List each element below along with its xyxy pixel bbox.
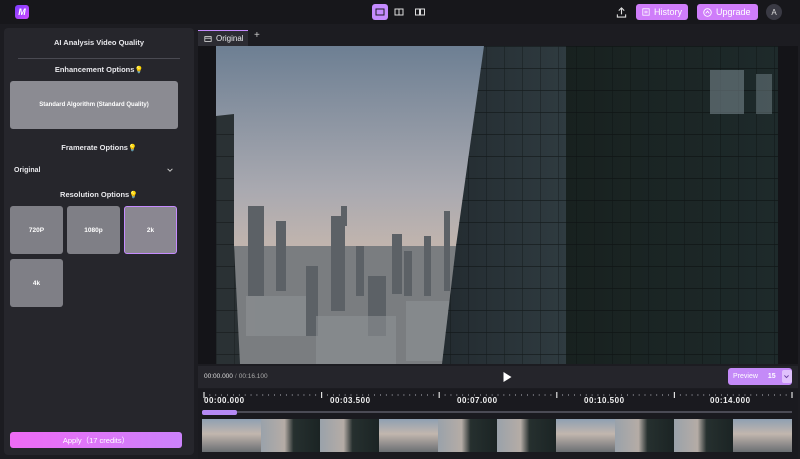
filmstrip-frame [615, 419, 674, 452]
lightbulb-icon[interactable]: 💡 [134, 67, 143, 74]
resolution-1080p-button[interactable]: 1080p [67, 206, 120, 254]
ruler-label: 00:03.500 [330, 396, 371, 405]
history-label: History [653, 7, 682, 17]
enhancement-options-heading: Enhancement Options💡 [4, 65, 194, 74]
filmstrip-frame [438, 419, 497, 452]
ruler-label: 00:00.000 [204, 396, 245, 405]
filmstrip-frame [202, 419, 261, 452]
framerate-options-heading: Framerate Options💡 [4, 143, 194, 152]
timeline: 00:00.000 00:03.500 00:07.000 00:10.500 … [198, 389, 798, 459]
split-view-button[interactable] [391, 4, 407, 20]
export-button[interactable] [614, 5, 628, 19]
resolution-options-heading: Resolution Options💡 [4, 190, 194, 199]
playhead-progress[interactable] [202, 410, 237, 415]
tab-label: Original [216, 34, 244, 43]
window-icon [204, 35, 212, 42]
framerate-value: Original [14, 166, 41, 174]
ruler-label: 00:10.500 [584, 396, 625, 405]
add-tab-button[interactable]: + [254, 30, 260, 41]
app-logo: M [15, 5, 29, 19]
framerate-options-label: Framerate Options [61, 143, 128, 152]
chevron-down-icon [167, 168, 173, 172]
video-preview-area [198, 46, 798, 364]
resolution-label: 1080p [84, 226, 103, 234]
total-time: 00:16.100 [238, 373, 268, 380]
upgrade-button[interactable]: Upgrade [697, 4, 758, 20]
framerate-select[interactable]: Original [14, 163, 174, 177]
filmstrip-frame [261, 419, 320, 452]
ruler-label: 00:14.000 [710, 396, 751, 405]
tab-original[interactable]: Original [198, 30, 248, 46]
resolution-label: 2k [146, 226, 155, 234]
filmstrip[interactable] [202, 419, 792, 452]
timeline-ruler[interactable] [202, 392, 794, 410]
enhancement-options-label: Enhancement Options [54, 65, 135, 74]
window-reflection [710, 70, 744, 114]
history-icon [642, 8, 650, 16]
play-icon [503, 372, 512, 382]
preview-label: Preview [733, 373, 758, 380]
lightbulb-icon[interactable]: 💡 [129, 192, 138, 199]
lightbulb-icon[interactable]: 💡 [128, 145, 137, 152]
avatar-initial: A [771, 7, 777, 17]
time-separator: / [234, 373, 237, 380]
current-time: 00:00.000 [204, 373, 233, 380]
user-avatar[interactable]: A [766, 4, 782, 20]
add-tab-icon: + [254, 30, 260, 41]
upgrade-icon [703, 7, 712, 17]
panel-divider [18, 58, 180, 59]
apply-label: Apply（17 credits） [62, 435, 130, 445]
history-button[interactable]: History [636, 4, 688, 20]
ruler-label: 00:07.000 [457, 396, 498, 405]
standard-algorithm-option[interactable]: Standard Algorithm (Standard Quality) [10, 81, 178, 129]
settings-panel: AI Analysis Video Quality Enhancement Op… [4, 28, 194, 455]
filmstrip-frame [733, 419, 792, 452]
timeline-track[interactable] [202, 411, 792, 413]
filmstrip-frame [379, 419, 438, 452]
preview-fps-select[interactable]: Preview 15 [728, 368, 792, 385]
split-view-icon [394, 8, 404, 16]
single-view-button[interactable] [372, 4, 388, 20]
single-view-icon [375, 8, 385, 16]
filmstrip-frame [556, 419, 615, 452]
video-frame[interactable] [216, 46, 778, 364]
play-button[interactable] [500, 370, 514, 384]
apply-button[interactable]: Apply（17 credits） [10, 432, 182, 448]
time-display: 00:00.000/00:16.100 [204, 373, 268, 380]
resolution-label: 4k [32, 279, 41, 287]
window-reflection [756, 74, 772, 114]
algorithm-label: Standard Algorithm (Standard Quality) [39, 102, 149, 108]
top-bar: M History Upgrade A [0, 0, 800, 24]
filmstrip-frame [497, 419, 556, 452]
resolution-options-label: Resolution Options [60, 190, 130, 199]
resolution-label: 720P [28, 226, 45, 234]
compare-view-button[interactable] [412, 4, 428, 20]
panel-title: AI Analysis Video Quality [53, 38, 145, 47]
dropdown-toggle[interactable] [781, 370, 792, 383]
preview-fps-value: 15 [767, 373, 776, 380]
tab-bar: Original + [198, 28, 798, 46]
upload-icon [616, 6, 626, 18]
filmstrip-frame [674, 419, 733, 452]
compare-view-icon [415, 8, 425, 16]
resolution-2k-button[interactable]: 2k [124, 206, 177, 254]
logo-text: M [18, 7, 26, 17]
filmstrip-frame [320, 419, 379, 452]
resolution-4k-button[interactable]: 4k [10, 259, 63, 307]
chevron-down-icon [784, 375, 790, 379]
resolution-720p-button[interactable]: 720P [10, 206, 63, 254]
playback-controls: 00:00.000/00:16.100 Preview 15 [198, 366, 798, 388]
upgrade-label: Upgrade [716, 7, 751, 17]
